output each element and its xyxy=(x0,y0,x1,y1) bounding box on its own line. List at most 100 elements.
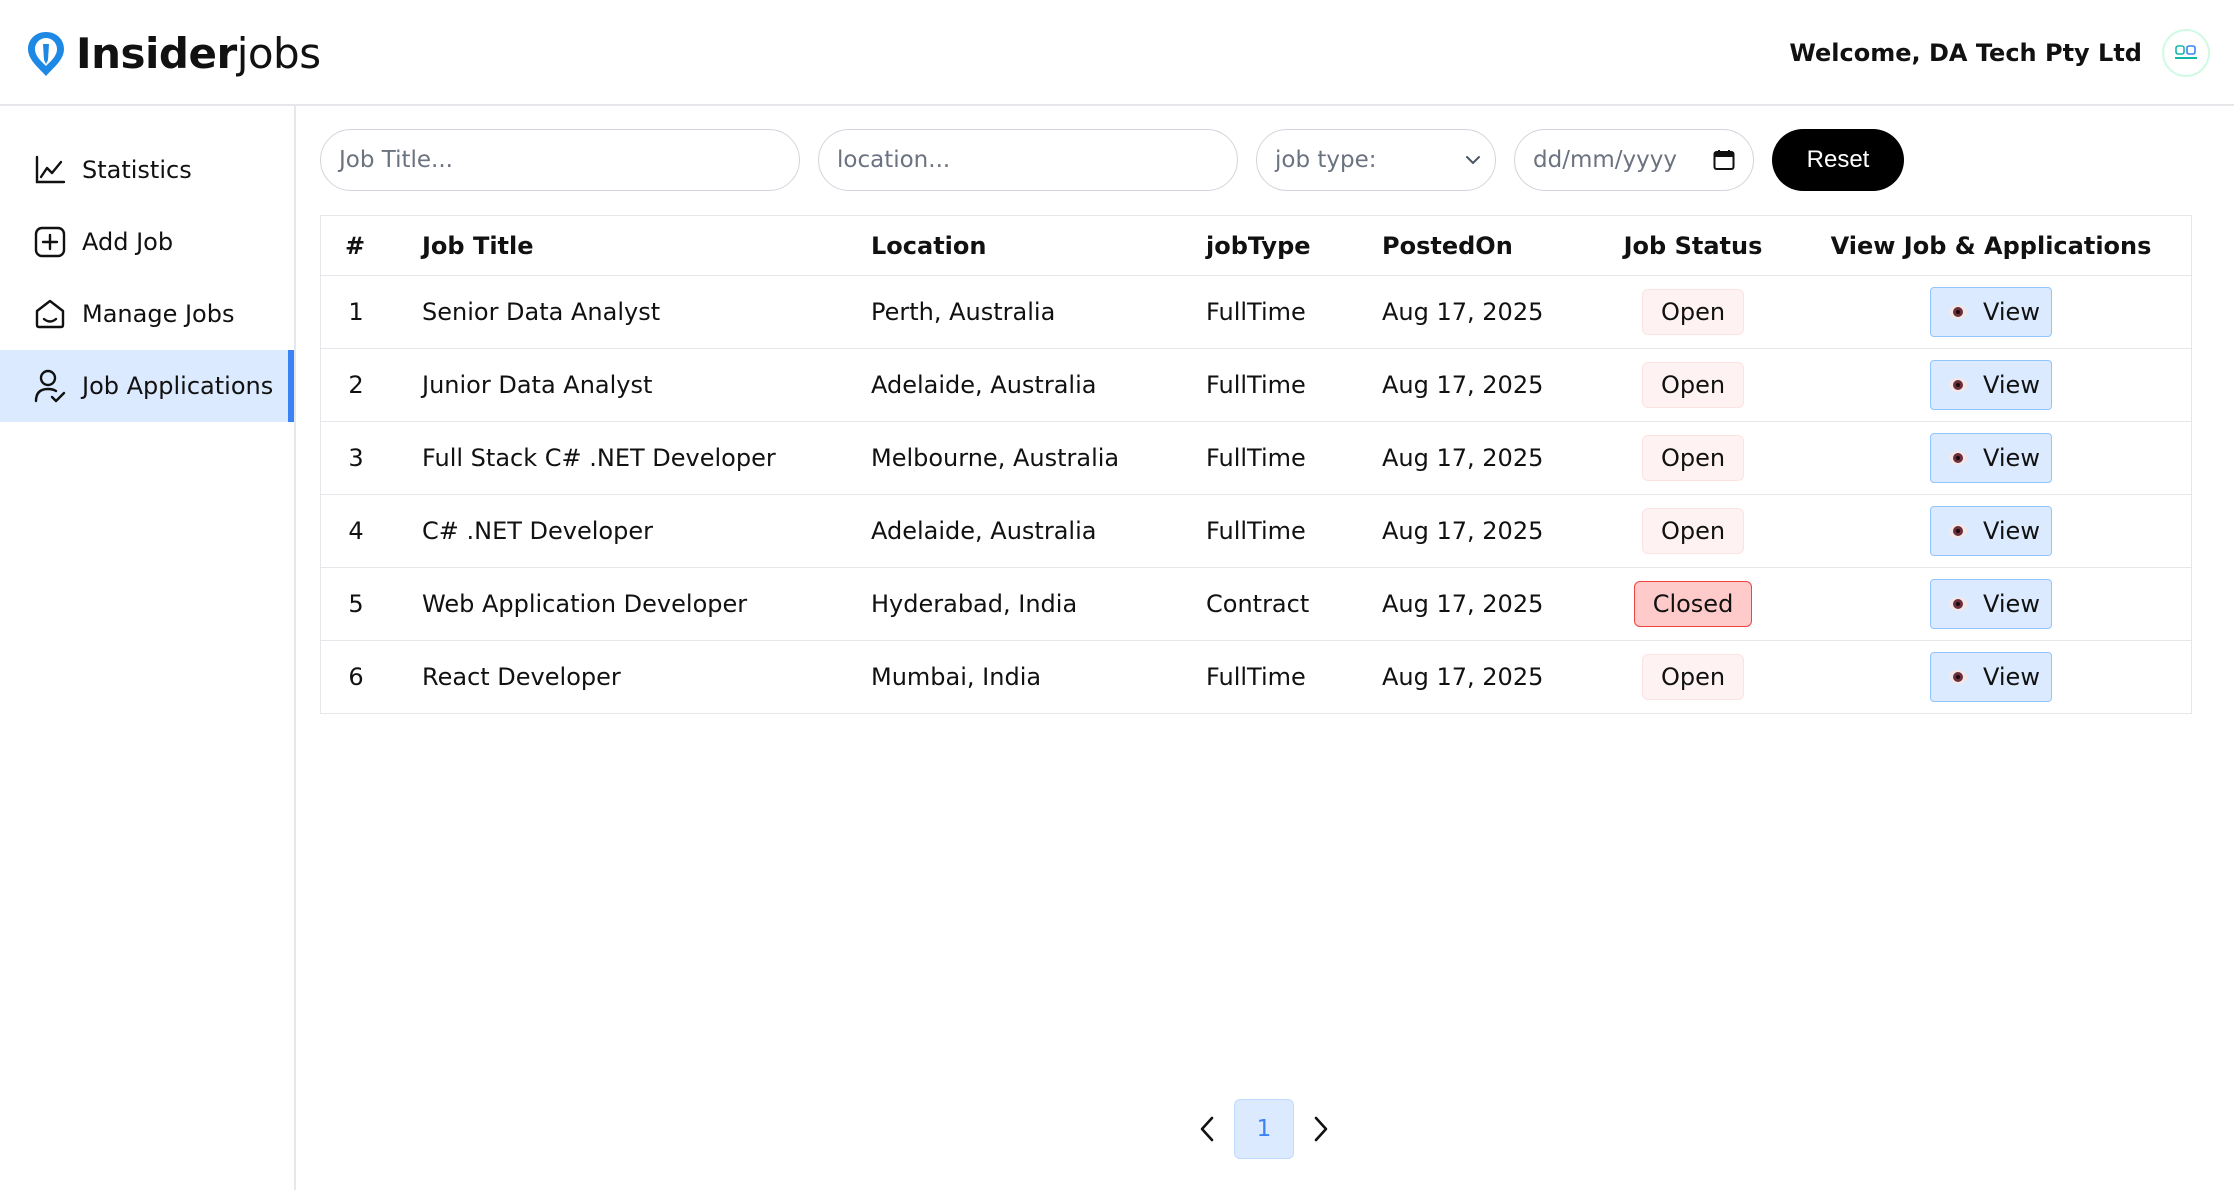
sidebar-item-job-applications[interactable]: Job Applications xyxy=(0,350,294,422)
view-button[interactable]: View xyxy=(1930,579,2052,629)
sidebar-item-add-job[interactable]: Add Job xyxy=(0,206,294,278)
job-location: Adelaide, Australia xyxy=(871,517,1097,545)
sidebar: Statistics Add Job Manage Jobs Job Appli… xyxy=(0,106,296,1190)
reset-button[interactable]: Reset xyxy=(1772,129,1904,191)
avatar[interactable] xyxy=(2162,29,2210,77)
view-label: View xyxy=(1983,371,2040,399)
status-badge[interactable]: Open xyxy=(1641,435,1745,481)
column-header-number: # xyxy=(345,231,366,260)
table-row: 6 React Developer Mumbai, India FullTime… xyxy=(321,641,2191,714)
posted-date: Aug 17, 2025 xyxy=(1382,590,1544,618)
table-row: 5 Web Application Developer Hyderabad, I… xyxy=(321,568,2191,641)
status-cell: Open xyxy=(1603,495,1783,567)
date-placeholder: dd/mm/yyyy xyxy=(1533,147,1677,173)
view-cell: View xyxy=(1841,422,2141,494)
status-badge[interactable]: Open xyxy=(1641,508,1745,554)
view-label: View xyxy=(1983,517,2040,545)
row-number: 4 xyxy=(348,517,364,545)
column-header-job-title: Job Title xyxy=(422,231,534,260)
column-header-location: Location xyxy=(871,231,987,260)
job-type: FullTime xyxy=(1206,298,1306,326)
sidebar-item-label: Add Job xyxy=(82,228,174,256)
sidebar-item-manage-jobs[interactable]: Manage Jobs xyxy=(0,278,294,350)
calendar-icon[interactable] xyxy=(1713,149,1735,171)
status-cell: Open xyxy=(1603,276,1783,348)
job-location: Perth, Australia xyxy=(871,298,1056,326)
briefcase-icon xyxy=(32,296,68,332)
eye-icon xyxy=(1949,524,1967,538)
logo-text: Insiderjobs xyxy=(76,28,321,80)
job-title: Full Stack C# .NET Developer xyxy=(422,444,776,472)
chevron-right-icon xyxy=(1314,1116,1328,1142)
eye-icon xyxy=(1949,305,1967,319)
location-search-input[interactable]: location... xyxy=(818,129,1238,191)
view-label: View xyxy=(1983,298,2040,326)
eye-icon xyxy=(1949,378,1967,392)
view-button[interactable]: View xyxy=(1930,433,2052,483)
job-title: C# .NET Developer xyxy=(422,517,653,545)
status-badge[interactable]: Closed xyxy=(1633,581,1753,627)
status-cell: Open xyxy=(1603,641,1783,713)
status-cell: Open xyxy=(1603,349,1783,421)
job-location: Hyderabad, India xyxy=(871,590,1078,618)
column-header-view: View Job & Applications xyxy=(1830,231,2152,260)
view-label: View xyxy=(1983,663,2040,691)
welcome-text: Welcome, DA Tech Pty Ltd xyxy=(1789,39,2142,67)
location-placeholder: location... xyxy=(837,147,951,173)
job-type: FullTime xyxy=(1206,663,1306,691)
view-button[interactable]: View xyxy=(1930,287,2052,337)
job-type: FullTime xyxy=(1206,444,1306,472)
job-type-value: job type: xyxy=(1275,147,1377,173)
job-location: Melbourne, Australia xyxy=(871,444,1120,472)
column-header-job-type: jobType xyxy=(1206,231,1311,260)
date-input[interactable]: dd/mm/yyyy xyxy=(1514,129,1754,191)
pagination: 1 xyxy=(1190,1099,1338,1159)
view-button[interactable]: View xyxy=(1930,506,2052,556)
view-button[interactable]: View xyxy=(1930,360,2052,410)
job-type: Contract xyxy=(1206,590,1310,618)
job-title-search-input[interactable]: Job Title... xyxy=(320,129,800,191)
logo-text-bold: Insider xyxy=(76,29,237,78)
chart-line-icon xyxy=(32,152,68,188)
job-type-select[interactable]: job type: xyxy=(1256,129,1496,191)
sidebar-item-statistics[interactable]: Statistics xyxy=(0,134,294,206)
status-cell: Open xyxy=(1603,422,1783,494)
posted-date: Aug 17, 2025 xyxy=(1382,663,1544,691)
table-header-row: # Job Title Location jobType PostedOn Jo… xyxy=(321,216,2191,276)
status-badge[interactable]: Open xyxy=(1641,289,1745,335)
prev-page-button[interactable] xyxy=(1190,1112,1224,1146)
job-location: Adelaide, Australia xyxy=(871,371,1097,399)
job-title: React Developer xyxy=(422,663,621,691)
page-number-button[interactable]: 1 xyxy=(1234,1099,1294,1159)
table-row: 4 C# .NET Developer Adelaide, Australia … xyxy=(321,495,2191,568)
user-check-icon xyxy=(32,368,68,404)
sidebar-item-label: Manage Jobs xyxy=(82,300,235,328)
job-title-placeholder: Job Title... xyxy=(339,147,453,173)
job-type: FullTime xyxy=(1206,371,1306,399)
row-number: 3 xyxy=(348,444,364,472)
top-header: Insiderjobs Welcome, DA Tech Pty Ltd xyxy=(0,0,2234,106)
eye-icon xyxy=(1949,670,1967,684)
status-badge[interactable]: Open xyxy=(1641,362,1745,408)
status-badge[interactable]: Open xyxy=(1641,654,1745,700)
view-label: View xyxy=(1983,590,2040,618)
row-number: 2 xyxy=(348,371,364,399)
plus-square-icon xyxy=(32,224,68,260)
view-cell: View xyxy=(1841,568,2141,640)
status-cell: Closed xyxy=(1603,568,1783,640)
row-number: 5 xyxy=(348,590,364,618)
table-row: 2 Junior Data Analyst Adelaide, Australi… xyxy=(321,349,2191,422)
job-title: Junior Data Analyst xyxy=(422,371,653,399)
chevron-left-icon xyxy=(1200,1116,1214,1142)
pin-logo-icon xyxy=(28,32,64,76)
posted-date: Aug 17, 2025 xyxy=(1382,371,1544,399)
logo[interactable]: Insiderjobs xyxy=(26,28,321,80)
eye-icon xyxy=(1949,597,1967,611)
sidebar-item-label: Job Applications xyxy=(82,372,274,400)
view-cell: View xyxy=(1841,349,2141,421)
jobs-table: # Job Title Location jobType PostedOn Jo… xyxy=(320,215,2192,714)
column-header-posted-on: PostedOn xyxy=(1382,231,1513,260)
next-page-button[interactable] xyxy=(1304,1112,1338,1146)
view-button[interactable]: View xyxy=(1930,652,2052,702)
view-cell: View xyxy=(1841,276,2141,348)
